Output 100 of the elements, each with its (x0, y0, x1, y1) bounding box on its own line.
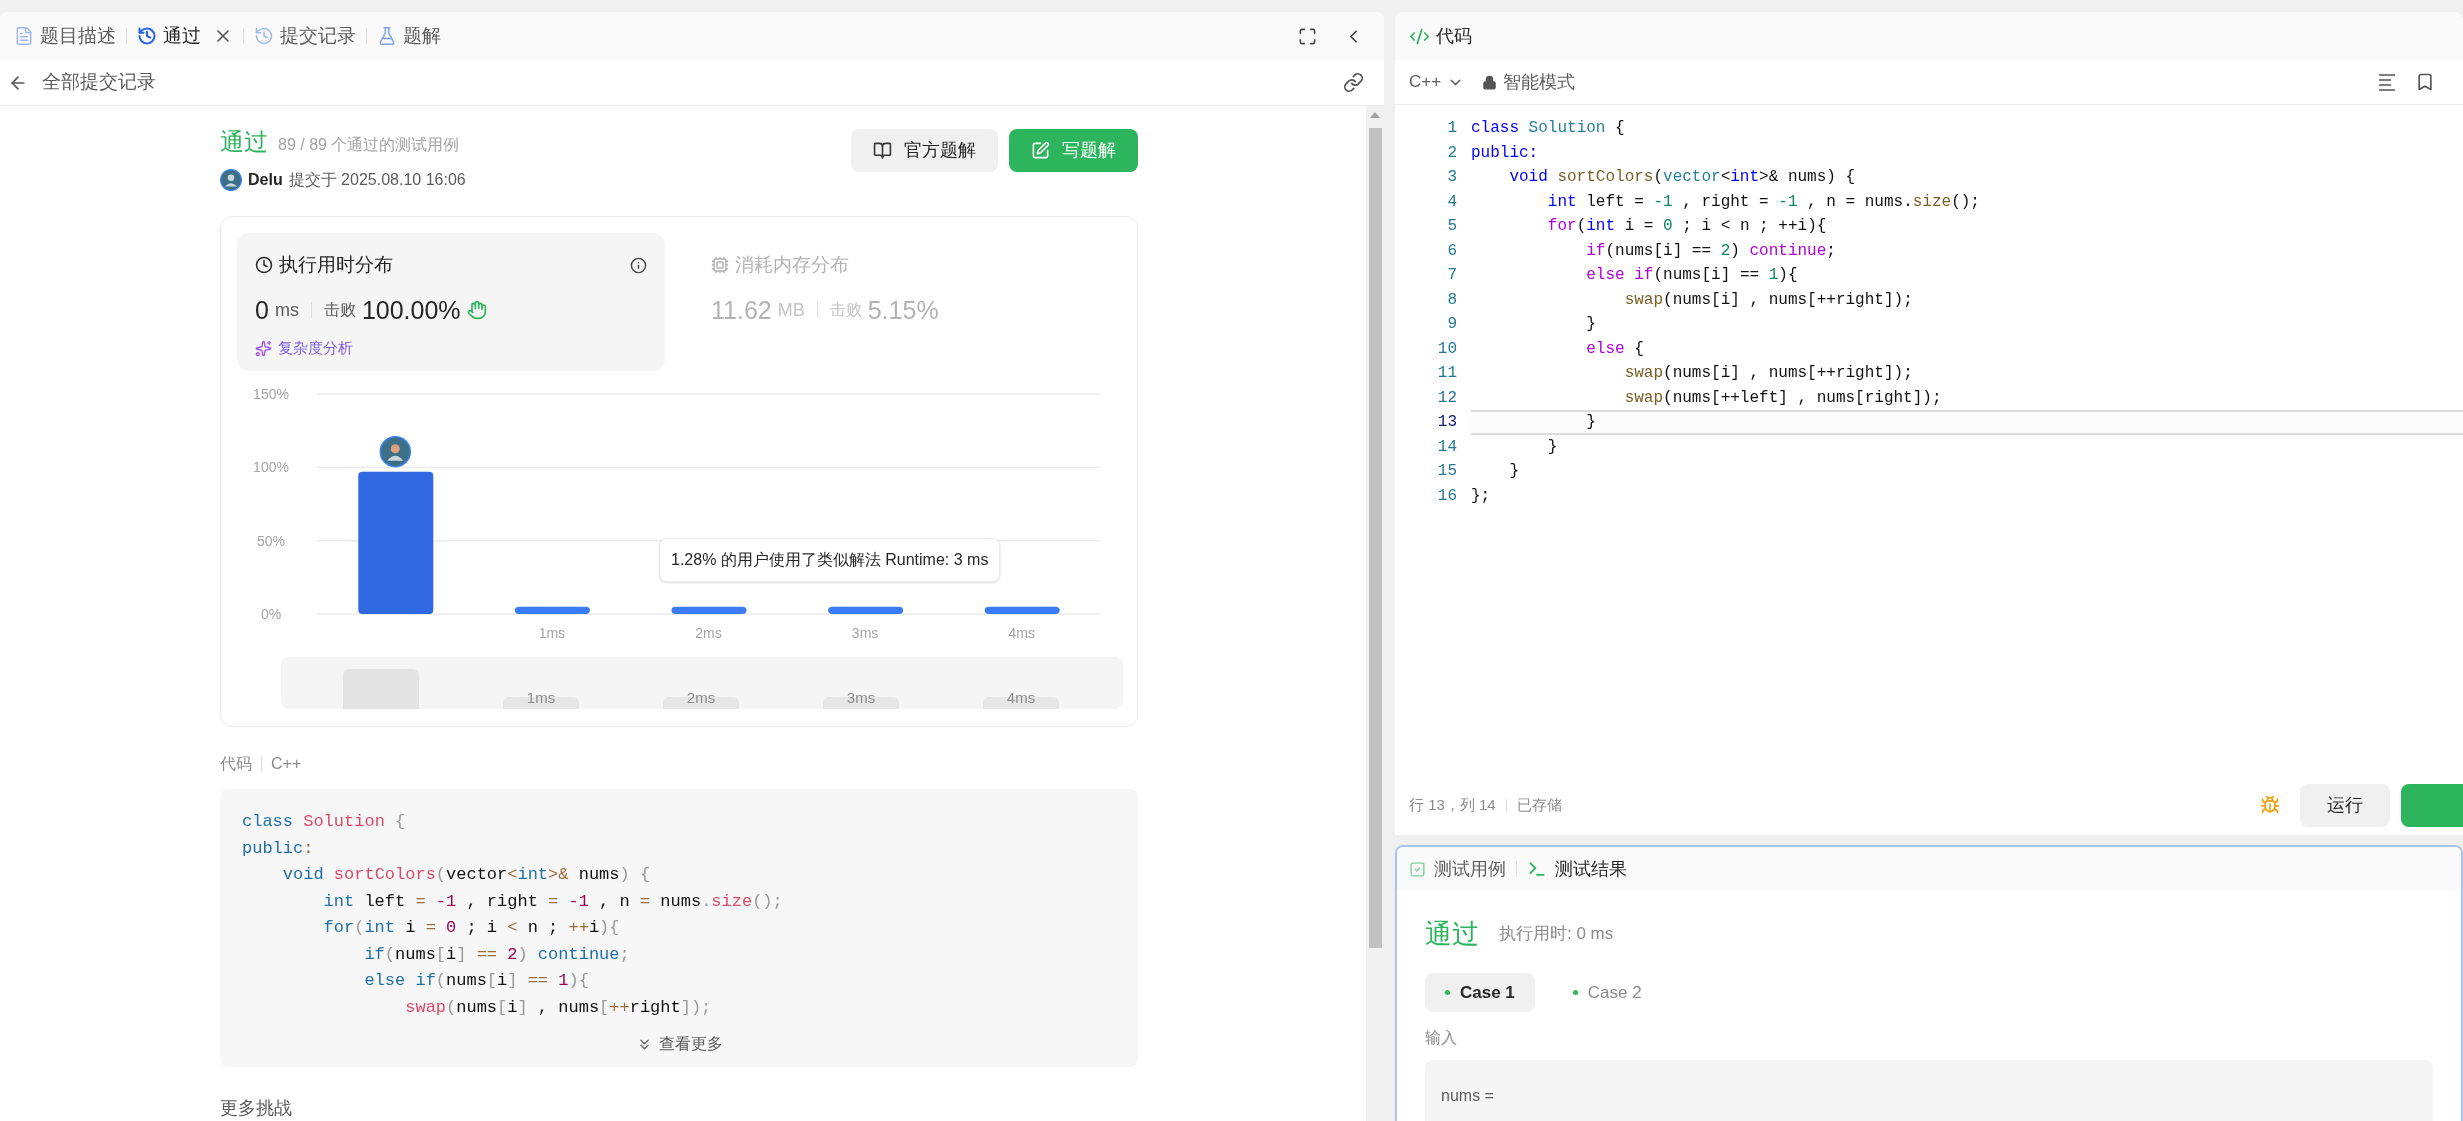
chart-tooltip: 1.28% 的用户使用了类似解法 Runtime: 3 ms (659, 538, 1001, 582)
checkbox-icon (1409, 860, 1426, 878)
stat-value: 0 (255, 294, 269, 326)
cursor-position: 行 13，列 14 (1409, 794, 1496, 815)
code-line: swap(nums[++left] , nums[right]); (1623, 387, 1943, 409)
info-icon[interactable] (630, 256, 647, 274)
runtime-text: 执行用时: 0 ms (1499, 923, 1614, 946)
submit-time: 提交于 2025.08.10 16:06 (288, 170, 466, 190)
axis-label: 150% (253, 386, 289, 402)
edit-icon (1031, 141, 1050, 160)
tab[interactable]: 题目描述 (14, 21, 116, 51)
line-number: 1 (1446, 118, 1457, 139)
flask-icon (377, 26, 397, 46)
history-icon (137, 26, 157, 46)
code-line: for(int i = 0 ; i < n ; ++i){ (322, 917, 621, 939)
axis-label: 50% (257, 532, 285, 549)
line-number: 11 (1436, 363, 1457, 384)
solution-button[interactable]: 官方题解 (851, 129, 998, 172)
lock-icon (1482, 74, 1498, 90)
line-number: 3 (1446, 167, 1457, 188)
code-line: swap(nums[i] , nums[++right]); (1623, 289, 1914, 311)
hand-icon (466, 300, 487, 321)
beats-label: 击败 (829, 300, 862, 321)
stat-panel[interactable]: 执行用时分布 0 ms 击败 100.00% 复杂度分析 (237, 233, 665, 371)
fullscreen-icon[interactable] (1298, 26, 1317, 46)
line-number: 15 (1436, 461, 1457, 482)
axis-label: 100% (253, 459, 289, 476)
bookmark-icon[interactable] (2415, 72, 2435, 92)
axis-label: 3ms (851, 625, 879, 641)
mode-label: 智能模式 (1503, 70, 1576, 94)
code-line: } (1546, 436, 1559, 458)
scrollbar[interactable] (1366, 106, 1384, 1121)
line-number: 8 (1446, 289, 1457, 311)
stat-title: 消耗内存分布 (735, 253, 849, 277)
book-icon (873, 141, 892, 160)
code-line: } (1508, 461, 1520, 482)
code-line: void sortColors(vector<int>& nums) { (1508, 167, 1857, 188)
line-number: 4 (1446, 191, 1457, 213)
code-line: void sortColors(vector<int>& nums) { (281, 864, 652, 886)
code-line: if(nums[i] == 2) continue; (1585, 240, 1837, 262)
tab[interactable]: 题解 (377, 21, 441, 51)
line-number: 6 (1446, 240, 1457, 262)
language-label: C++ (271, 754, 302, 774)
code-line: int left = -1 , right = -1 , n = nums.size(); (322, 890, 784, 913)
stat-title: 执行用时分布 (279, 253, 393, 277)
back-link[interactable]: 全部提交记录 (42, 68, 156, 97)
code-line: swap(nums[i] , nums[++right]); (404, 996, 713, 1019)
complexity-link[interactable]: 复杂度分析 (278, 337, 353, 360)
line-number: 12 (1436, 387, 1457, 409)
format-icon[interactable] (2377, 73, 2397, 91)
field-label: 输入 (1425, 1028, 1458, 1048)
tab[interactable]: 测试结果 (1527, 855, 1627, 883)
code-line: for(int i = 0 ; i < n ; ++i){ (1546, 216, 1828, 237)
case-tab[interactable]: Case 1 (1425, 973, 1535, 1012)
beats-label: 击败 (323, 300, 356, 321)
input-field[interactable]: nums = (1425, 1060, 2433, 1121)
user-name[interactable]: Delu (248, 168, 283, 192)
line-number: 2 (1446, 142, 1457, 164)
line-number: 5 (1446, 216, 1457, 237)
axis-label: 0% (260, 606, 282, 622)
stat-unit: ms (274, 298, 299, 322)
show-more-button[interactable]: 查看更多 (635, 1031, 723, 1057)
line-number: 14 (1436, 436, 1457, 458)
line-number: 9 (1446, 314, 1457, 335)
line-number: 13 (1436, 412, 1457, 433)
code-line: class Solution { (1471, 118, 1626, 139)
tab[interactable]: 测试用例 (1409, 855, 1506, 883)
line-number: 10 (1436, 338, 1457, 360)
tab[interactable]: 通过 (137, 21, 233, 51)
panel-title: 代码 (1436, 24, 1472, 48)
sparkle-icon (255, 339, 272, 357)
code-line: else if(nums[i] == 1){ (363, 970, 590, 992)
axis-label: 4ms (1008, 625, 1035, 641)
code-line: public: (242, 837, 315, 860)
save-status: 已存储 (1516, 794, 1562, 815)
beats-value: 5.15% (867, 294, 939, 326)
run-button[interactable]: 运行 (2300, 783, 2390, 827)
code-line: public: (1471, 142, 1540, 164)
chip-icon (711, 256, 729, 275)
terminal-icon (1527, 859, 1547, 879)
code-label: 代码 (220, 754, 252, 774)
language-select[interactable]: C++ (1409, 69, 1465, 95)
test-count: 89 / 89 个通过的测试用例 (278, 135, 460, 155)
range-handle[interactable] (343, 669, 419, 709)
code-line: int left = -1 , right = -1 , n = nums.size(); (1546, 191, 1981, 213)
code-line: } (1585, 314, 1597, 335)
code-line: class Solution { (242, 811, 407, 833)
line-number: 7 (1446, 265, 1457, 286)
code-line: else { (1585, 338, 1645, 360)
action-button[interactable] (2401, 783, 2463, 827)
stat-unit: MB (777, 298, 805, 322)
beats-value: 100.00% (361, 294, 461, 326)
clock-icon (255, 256, 273, 275)
stat-value: 11.62 (711, 294, 772, 326)
code-line: if(nums[i] == 2) continue; (363, 943, 631, 966)
link-icon[interactable] (1343, 72, 1364, 93)
case-tab[interactable]: Case 2 (1552, 973, 1662, 1012)
document-icon (14, 26, 34, 46)
tab[interactable]: 提交记录 (254, 21, 356, 51)
code-line: else if(nums[i] == 1){ (1585, 265, 1799, 286)
